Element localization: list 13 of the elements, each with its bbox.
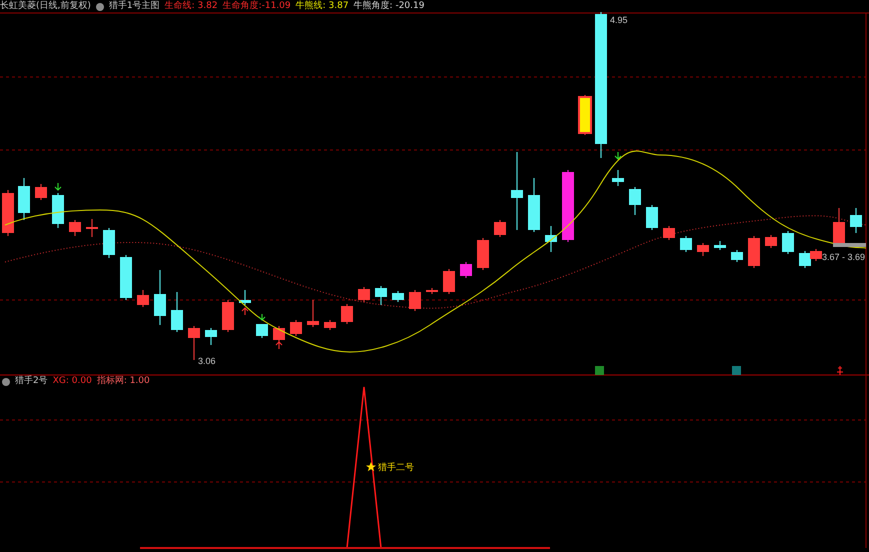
indicator-name: 猎手2号 xyxy=(15,376,48,387)
indicator-name: 猎手1号主图 xyxy=(108,1,160,12)
price-label: 4.95 xyxy=(610,15,628,25)
indicator-readout: 指标网: 1.00 xyxy=(96,376,150,387)
price-label: 3.06 xyxy=(198,356,216,366)
price-label: 3.67 - 3.69 xyxy=(822,252,865,262)
signal-label: 猎手二号 xyxy=(378,463,414,473)
indicator-readout: 生命角度:-11.09 xyxy=(222,1,291,12)
indicator-readout: 牛熊线: 3.87 xyxy=(296,1,349,12)
indicator-readout: 牛熊角度: -20.19 xyxy=(354,1,424,12)
indicator-readout: XG: 0.00 xyxy=(52,376,92,387)
indicator-readout: 生命线: 3.82 xyxy=(164,1,218,12)
stock-title: 长虹美菱(日线,前复权) xyxy=(0,1,91,12)
